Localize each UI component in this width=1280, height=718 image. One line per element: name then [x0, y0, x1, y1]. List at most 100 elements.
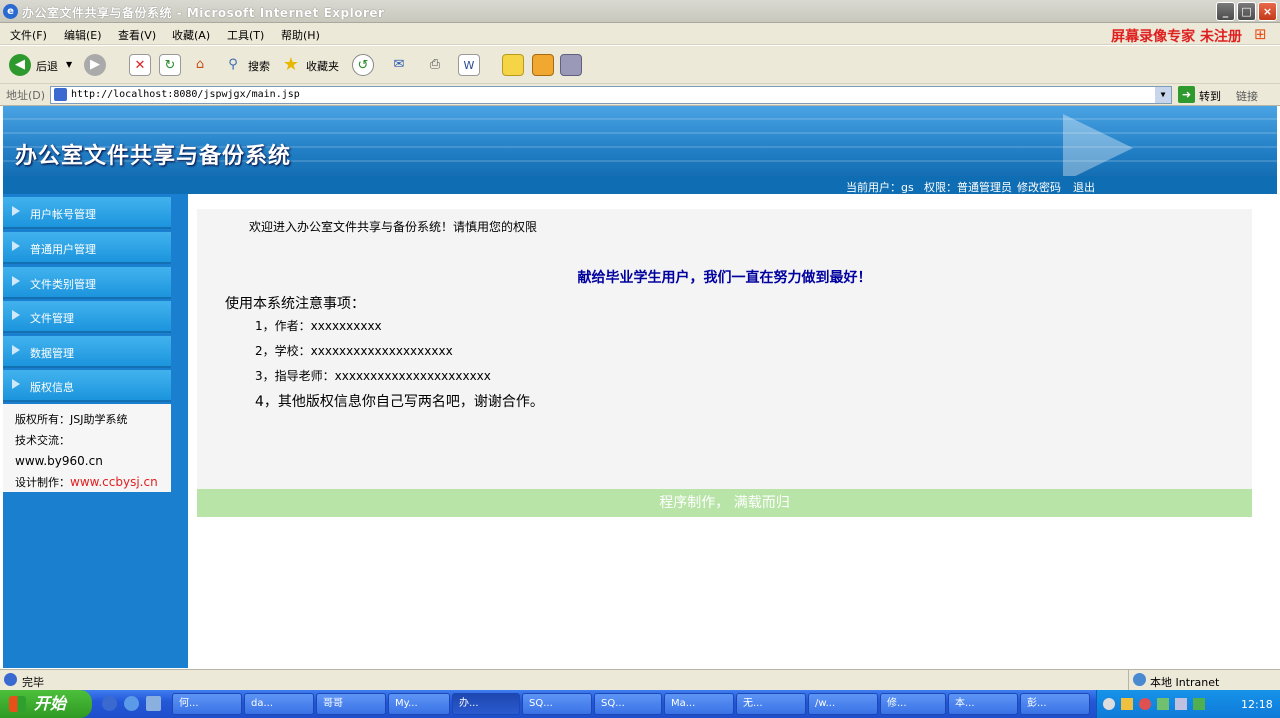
research-icon[interactable]	[560, 54, 582, 76]
refresh-icon[interactable]: ↻	[159, 54, 181, 76]
menu-file[interactable]: 文件(F)	[10, 27, 47, 43]
site-banner: 办公室文件共享与备份系统 当前用户：gs 权限：普通管理员 修改密码 退出	[3, 106, 1277, 194]
task-button[interactable]: 本...	[948, 693, 1018, 715]
sidebar-item-normal-users[interactable]: 普通用户管理	[3, 232, 171, 264]
menu-help[interactable]: 帮助(H)	[281, 27, 320, 43]
task-button[interactable]: /w...	[808, 693, 878, 715]
edit-word-icon[interactable]: W	[458, 54, 480, 76]
tray-security-icon[interactable]	[1193, 698, 1205, 710]
links-button[interactable]: 链接	[1236, 88, 1258, 104]
system-tray: 12:18	[1096, 690, 1280, 718]
sidebar-item-file-categories[interactable]: 文件类别管理	[3, 267, 171, 299]
taskbar: 开始 何... da... 哥哥 My... 办... SQ... SQ... …	[0, 690, 1280, 718]
stop-icon[interactable]: ✕	[129, 54, 151, 76]
close-button[interactable]: ×	[1258, 2, 1277, 21]
sidebar: 用户帐号管理 普通用户管理 文件类别管理 文件管理 数据管理 版权信息 版权所有…	[3, 194, 188, 668]
sidebar-item-label: 数据管理	[30, 347, 74, 360]
favorites-star-icon[interactable]: ★	[280, 54, 302, 76]
notes-icon[interactable]	[502, 54, 524, 76]
sidebar-item-data[interactable]: 数据管理	[3, 336, 171, 368]
window-title-bar[interactable]: e 办公室文件共享与备份系统 - Microsoft Internet Expl…	[0, 0, 1280, 23]
favorites-button-label[interactable]: 收藏夹	[306, 58, 339, 74]
user-permission: 权限：普通管理员	[924, 181, 1012, 194]
windows-flag-icon: ⊞	[1254, 25, 1267, 43]
notes-title: 使用本系统注意事项：	[225, 296, 365, 312]
copyright-owner: 版权所有：JSJ助学系统	[15, 413, 128, 426]
ie-logo-icon: e	[3, 4, 18, 19]
designer-link[interactable]: www.ccbysj.cn	[70, 475, 158, 489]
home-icon[interactable]: ⌂	[189, 54, 211, 76]
back-dropdown-icon[interactable]: ▼	[66, 60, 72, 69]
go-button[interactable]: 转到	[1199, 88, 1221, 104]
sidebar-item-copyright[interactable]: 版权信息	[3, 370, 171, 402]
menu-favorites[interactable]: 收藏(A)	[172, 27, 210, 43]
user-info-bar: 当前用户：gs 权限：普通管理员 修改密码 退出	[3, 176, 1277, 194]
sidebar-item-label: 文件管理	[30, 312, 74, 325]
tray-volume-icon[interactable]	[1175, 698, 1187, 710]
quicklaunch-ie2-icon[interactable]	[124, 696, 139, 711]
task-button[interactable]: 何...	[172, 693, 242, 715]
url-text: http://localhost:8080/jspwjgx/main.jsp	[71, 89, 300, 100]
maximize-button[interactable]: □	[1237, 2, 1256, 21]
search-icon[interactable]: ⚲	[222, 54, 244, 76]
print-icon[interactable]: ⎙	[424, 54, 446, 76]
messenger-icon[interactable]	[532, 54, 554, 76]
task-button[interactable]: da...	[244, 693, 314, 715]
task-button[interactable]: My...	[388, 693, 450, 715]
minimize-button[interactable]: _	[1216, 2, 1235, 21]
task-button[interactable]: SQ...	[522, 693, 592, 715]
tray-arrow-icon[interactable]	[1103, 698, 1115, 710]
task-button[interactable]: SQ...	[594, 693, 662, 715]
ie-page-icon	[4, 673, 17, 686]
sidebar-item-user-accounts[interactable]: 用户帐号管理	[3, 197, 171, 229]
arrow-right-icon	[12, 379, 20, 389]
tray-network-icon[interactable]	[1157, 698, 1169, 710]
note-item: 2，学校：xxxxxxxxxxxxxxxxxxxx	[255, 344, 453, 358]
note-item: 4，其他版权信息你自己写两名吧，谢谢合作。	[255, 394, 544, 410]
task-button[interactable]: 彭...	[1020, 693, 1090, 715]
forward-arrow-icon[interactable]: ▶	[84, 54, 106, 76]
tech-contact-site[interactable]: www.by960.cn	[15, 451, 171, 472]
zone-text: 本地 Intranet	[1150, 676, 1220, 689]
footer-strip: 程序制作， 满载而归	[197, 489, 1252, 517]
task-button[interactable]: 哥哥	[316, 693, 386, 715]
tech-contact-label: 技术交流：	[15, 434, 70, 447]
note-item: 1，作者：xxxxxxxxxx	[255, 319, 382, 333]
go-arrow-icon[interactable]: ➜	[1178, 86, 1195, 103]
address-bar: 地址(D) http://localhost:8080/jspwjgx/main…	[0, 84, 1280, 106]
banner-arrow-decoration	[1063, 114, 1133, 182]
menu-tools[interactable]: 工具(T)	[227, 27, 264, 43]
logout-link[interactable]: 退出	[1073, 179, 1095, 195]
task-button[interactable]: 修...	[880, 693, 946, 715]
mail-icon[interactable]: ✉	[388, 54, 410, 76]
quicklaunch-desktop-icon[interactable]	[146, 696, 161, 711]
history-icon[interactable]: ↺	[352, 54, 374, 76]
menu-edit[interactable]: 编辑(E)	[64, 27, 102, 43]
welcome-text: 欢迎进入办公室文件共享与备份系统！请慎用您的权限	[249, 220, 538, 234]
arrow-right-icon	[12, 241, 20, 251]
task-button[interactable]: Ma...	[664, 693, 734, 715]
sidebar-item-label: 用户帐号管理	[30, 208, 96, 221]
menu-bar: 文件(F) 编辑(E) 查看(V) 收藏(A) 工具(T) 帮助(H) 屏幕录像…	[0, 23, 1280, 45]
url-input[interactable]: http://localhost:8080/jspwjgx/main.jsp ▼	[50, 86, 1172, 104]
site-title: 办公室文件共享与备份系统	[15, 143, 292, 169]
status-divider	[1128, 670, 1129, 690]
back-button-label[interactable]: 后退	[36, 58, 58, 74]
arrow-right-icon	[12, 276, 20, 286]
sidebar-item-files[interactable]: 文件管理	[3, 301, 171, 333]
status-text: 完毕	[22, 676, 44, 689]
search-button-label[interactable]: 搜索	[248, 58, 270, 74]
task-button-active[interactable]: 办...	[452, 693, 520, 715]
url-dropdown-icon[interactable]: ▼	[1155, 87, 1171, 103]
tray-qq-icon[interactable]	[1139, 698, 1151, 710]
back-arrow-icon[interactable]: ◀	[9, 54, 31, 76]
change-password-link[interactable]: 修改密码	[1017, 179, 1061, 195]
start-label: 开始	[34, 694, 67, 713]
sidebar-item-label: 文件类别管理	[30, 278, 96, 291]
quicklaunch-ie-icon[interactable]	[102, 696, 117, 711]
start-button[interactable]: 开始	[0, 690, 92, 718]
dedication-text: 献给毕业学生用户，我们一直在努力做到最好！	[577, 270, 872, 286]
task-button[interactable]: 无...	[736, 693, 806, 715]
menu-view[interactable]: 查看(V)	[118, 27, 156, 43]
tray-app-icon[interactable]	[1121, 698, 1133, 710]
